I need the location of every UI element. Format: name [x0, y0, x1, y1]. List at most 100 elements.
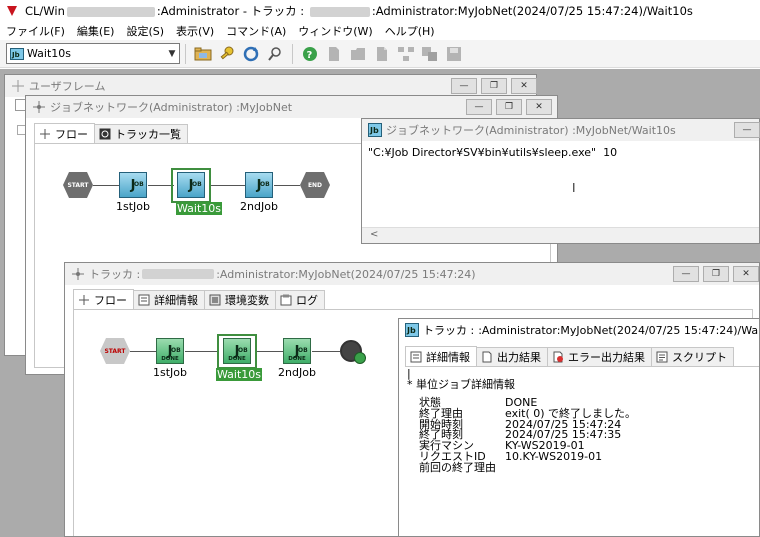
menu-bar: ファイル(F) 編集(E) 設定(S) 表示(V) コマンド(A) ウィンドウ(… [0, 22, 760, 40]
output-icon [482, 351, 492, 363]
toolbar-open-button[interactable] [193, 44, 213, 64]
tab-details[interactable]: 詳細情報 [405, 346, 477, 366]
job-node-2ndjob[interactable]: J OB [245, 172, 273, 198]
job-node-wait10s[interactable]: J OB DONE [223, 338, 251, 364]
tracker-window-buttons: — ❐ ✕ [669, 266, 759, 282]
document-icon [329, 46, 339, 61]
toolbar-save-button[interactable] [444, 44, 464, 64]
job-node-1stjob[interactable]: J OB [119, 172, 147, 198]
flow-connector [93, 185, 119, 186]
menu-file[interactable]: ファイル(F) [0, 23, 71, 39]
job-node-1stjob[interactable]: J OB DONE [156, 338, 184, 364]
tracker-detail-titlebar[interactable]: Jb トラッカ : :Administrator:MyJobNet(2024/0… [399, 319, 759, 341]
jobnet-window-buttons: — ❐ ✕ [462, 99, 552, 115]
wait10s-window[interactable]: Jb ジョブネットワーク(Administrator) :MyJobNet/Wa… [361, 118, 760, 244]
job-icon: Jb [405, 323, 419, 337]
scroll-left-icon[interactable]: < [370, 229, 378, 240]
end-node[interactable] [340, 340, 366, 364]
search-icon [268, 46, 281, 61]
end-status-icon [354, 352, 366, 364]
toolbar-folder-button[interactable] [348, 44, 368, 64]
wait10s-window-buttons: — [730, 122, 760, 138]
end-node[interactable]: END [300, 172, 330, 198]
tracker-tabs: フロー 詳細情報 環境変数 ログ [73, 289, 325, 309]
script-text[interactable]: "C:¥Job Director¥SV¥bin¥utils¥sleep.exe"… [368, 146, 755, 159]
detail-heading: * 単位ジョブ詳細情報 [407, 378, 515, 391]
tab-flow[interactable]: フロー [73, 289, 134, 309]
save-icon [447, 46, 461, 61]
job-label-wait10s: Wait10s [216, 368, 263, 381]
folder-icon [194, 47, 212, 60]
tab-script[interactable]: スクリプト [651, 347, 734, 366]
page-icon [377, 46, 387, 61]
menu-help[interactable]: ヘルプ(H) [379, 23, 441, 39]
help-icon: ? [303, 46, 317, 61]
wait10s-titlebar[interactable]: Jb ジョブネットワーク(Administrator) :MyJobNet/Wa… [362, 119, 759, 141]
detail-rows: 状態 DONE 終了理由 exit( 0) で終了しました。 開始時刻 2024/07… [419, 397, 636, 474]
flow-connector [185, 351, 217, 352]
job-label-2ndjob: 2ndJob [240, 200, 278, 213]
job-icon: Jb [10, 47, 24, 60]
job-label-1stjob: 1stJob [153, 366, 187, 379]
start-node[interactable]: START [63, 172, 93, 198]
minimize-button[interactable]: — [734, 122, 760, 138]
menu-command[interactable]: コマンド(A) [220, 23, 292, 39]
toolbar-doc-button[interactable] [324, 44, 344, 64]
tab-flow[interactable]: フロー [34, 123, 95, 143]
svg-text:?: ? [307, 50, 313, 61]
job-label-1stjob: 1stJob [116, 200, 150, 213]
menu-view[interactable]: 表示(V) [170, 23, 220, 39]
start-node[interactable]: START [100, 338, 130, 364]
tab-tracker-list[interactable]: トラッカ一覧 [94, 124, 188, 143]
close-button[interactable]: ✕ [526, 99, 552, 115]
flow-icon [79, 294, 89, 305]
text-cursor-icon: I [572, 181, 576, 195]
tab-log[interactable]: ログ [275, 290, 325, 309]
toolbar-help-button[interactable]: ? [300, 44, 320, 64]
refresh-icon [243, 46, 259, 61]
restore-button[interactable]: ❐ [703, 266, 729, 282]
minimize-button[interactable]: — [673, 266, 699, 282]
tracker-titlebar[interactable]: トラッカ : :Administrator:MyJobNet(2024/07/2… [65, 263, 759, 285]
job-node-wait10s[interactable]: J OB [177, 172, 205, 198]
user-frame-buttons: — ❐ ✕ [447, 78, 537, 94]
flow-icon [40, 128, 50, 139]
minimize-button[interactable]: — [451, 78, 477, 94]
toolbar-copy-button[interactable] [420, 44, 440, 64]
toolbar-search-button[interactable] [265, 44, 285, 64]
toolbar-page-button[interactable] [372, 44, 392, 64]
chevron-down-icon[interactable]: ▼ [165, 49, 179, 59]
tracker-detail-window[interactable]: Jb トラッカ : :Administrator:MyJobNet(2024/0… [398, 318, 760, 537]
toolbar-separator [185, 43, 186, 64]
app-icon [7, 6, 17, 16]
tracker-icon [72, 268, 84, 280]
restore-button[interactable]: ❐ [496, 99, 522, 115]
restore-button[interactable]: ❐ [481, 78, 507, 94]
minimize-button[interactable]: — [466, 99, 492, 115]
folder-gray-icon [351, 47, 365, 60]
tab-details[interactable]: 詳細情報 [133, 290, 205, 309]
close-button[interactable]: ✕ [733, 266, 759, 282]
menu-edit[interactable]: 編集(E) [71, 23, 121, 39]
menu-settings[interactable]: 設定(S) [120, 23, 170, 39]
svg-text:Jb: Jb [11, 51, 20, 59]
toolbar-network-button[interactable] [396, 44, 416, 64]
close-button[interactable]: ✕ [511, 78, 537, 94]
details-icon [138, 294, 150, 306]
flow-connector [257, 351, 283, 352]
tab-output[interactable]: 出力結果 [476, 347, 548, 366]
tab-error-output[interactable]: エラー出力結果 [547, 347, 652, 366]
toolbar: Jb Wait10s ▼ ? [0, 40, 760, 68]
tracker-icon [99, 128, 111, 140]
error-output-icon [553, 351, 563, 363]
tab-env-vars[interactable]: 環境変数 [204, 290, 276, 309]
toolbar-key-button[interactable] [217, 44, 237, 64]
toolbar-refresh-button[interactable] [241, 44, 261, 64]
job-select-combo[interactable]: Jb Wait10s ▼ [6, 43, 180, 64]
menu-window[interactable]: ウィンドウ(W) [292, 23, 378, 39]
job-select-value: Wait10s [27, 47, 72, 60]
horizontal-scrollbar[interactable]: < [362, 227, 759, 243]
job-node-2ndjob[interactable]: J OB DONE [283, 338, 311, 364]
svg-text:Jb: Jb [369, 126, 379, 135]
detail-text-area[interactable]: | * 単位ジョブ詳細情報 状態 DONE 終了理由 exit( 0) で終了しまし… [405, 366, 759, 536]
